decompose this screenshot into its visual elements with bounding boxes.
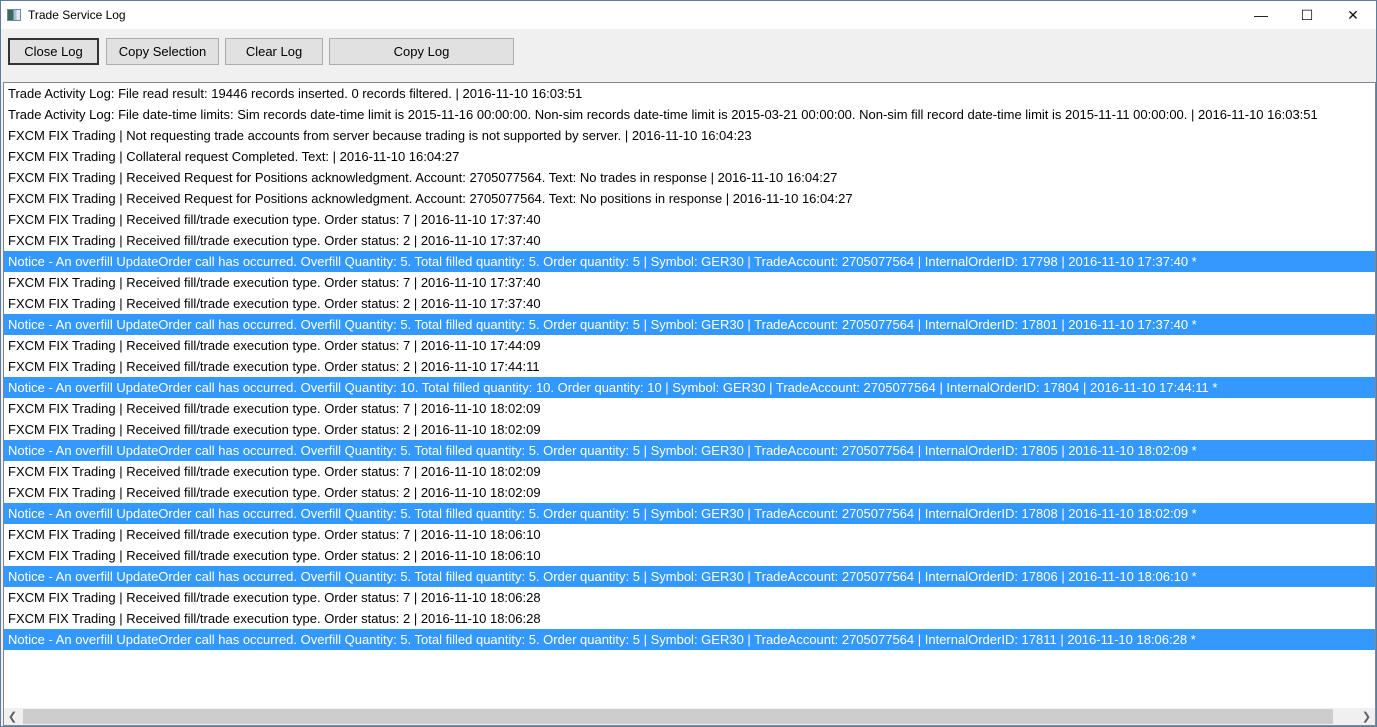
log-row[interactable]: FXCM FIX Trading | Collateral request Co… — [4, 146, 1375, 167]
scroll-right-icon[interactable]: ❯ — [1358, 708, 1375, 725]
scroll-left-icon[interactable]: ❮ — [4, 708, 21, 725]
log-rows: Trade Activity Log: File read result: 19… — [4, 83, 1375, 650]
log-row[interactable]: FXCM FIX Trading | Received fill/trade e… — [4, 461, 1375, 482]
log-row-selected[interactable]: Notice - An overfill UpdateOrder call ha… — [4, 314, 1375, 335]
log-row-selected[interactable]: Notice - An overfill UpdateOrder call ha… — [4, 503, 1375, 524]
log-row[interactable]: FXCM FIX Trading | Received fill/trade e… — [4, 419, 1375, 440]
copy-log-button[interactable]: Copy Log — [329, 38, 514, 65]
log-row[interactable]: FXCM FIX Trading | Received fill/trade e… — [4, 587, 1375, 608]
window-title: Trade Service Log — [28, 8, 126, 22]
log-row[interactable]: Trade Activity Log: File date-time limit… — [4, 104, 1375, 125]
scrollbar-thumb[interactable] — [23, 709, 1333, 724]
log-row[interactable]: FXCM FIX Trading | Received fill/trade e… — [4, 398, 1375, 419]
log-row-selected[interactable]: Notice - An overfill UpdateOrder call ha… — [4, 251, 1375, 272]
close-window-button[interactable]: ✕ — [1330, 1, 1376, 29]
log-row[interactable]: FXCM FIX Trading | Received fill/trade e… — [4, 335, 1375, 356]
log-row[interactable]: FXCM FIX Trading | Received fill/trade e… — [4, 524, 1375, 545]
clear-log-button[interactable]: Clear Log — [225, 38, 323, 65]
log-row[interactable]: FXCM FIX Trading | Received fill/trade e… — [4, 608, 1375, 629]
log-row-selected[interactable]: Notice - An overfill UpdateOrder call ha… — [4, 629, 1375, 650]
log-row[interactable]: FXCM FIX Trading | Received fill/trade e… — [4, 230, 1375, 251]
log-row[interactable]: FXCM FIX Trading | Received Request for … — [4, 167, 1375, 188]
log-row[interactable]: FXCM FIX Trading | Received fill/trade e… — [4, 356, 1375, 377]
log-row-selected[interactable]: Notice - An overfill UpdateOrder call ha… — [4, 377, 1375, 398]
log-row[interactable]: FXCM FIX Trading | Received fill/trade e… — [4, 482, 1375, 503]
log-row-selected[interactable]: Notice - An overfill UpdateOrder call ha… — [4, 566, 1375, 587]
log-row[interactable]: FXCM FIX Trading | Received fill/trade e… — [4, 545, 1375, 566]
minimize-button[interactable]: — — [1238, 1, 1284, 29]
log-row[interactable]: FXCM FIX Trading | Received fill/trade e… — [4, 209, 1375, 230]
copy-selection-button[interactable]: Copy Selection — [106, 38, 219, 65]
app-icon — [7, 9, 21, 21]
log-row[interactable]: FXCM FIX Trading | Not requesting trade … — [4, 125, 1375, 146]
title-bar: Trade Service Log — ☐ ✕ — [1, 1, 1376, 29]
horizontal-scrollbar[interactable]: ❮ ❯ — [4, 708, 1375, 725]
toolbar: Close Log Copy Selection Clear Log Copy … — [1, 29, 1376, 82]
log-list[interactable]: Trade Activity Log: File read result: 19… — [3, 82, 1376, 726]
log-row-selected[interactable]: Notice - An overfill UpdateOrder call ha… — [4, 440, 1375, 461]
log-row[interactable]: FXCM FIX Trading | Received fill/trade e… — [4, 272, 1375, 293]
close-log-button[interactable]: Close Log — [8, 38, 99, 65]
log-row[interactable]: FXCM FIX Trading | Received fill/trade e… — [4, 293, 1375, 314]
log-row[interactable]: Trade Activity Log: File read result: 19… — [4, 83, 1375, 104]
maximize-button[interactable]: ☐ — [1284, 1, 1330, 29]
log-row[interactable]: FXCM FIX Trading | Received Request for … — [4, 188, 1375, 209]
